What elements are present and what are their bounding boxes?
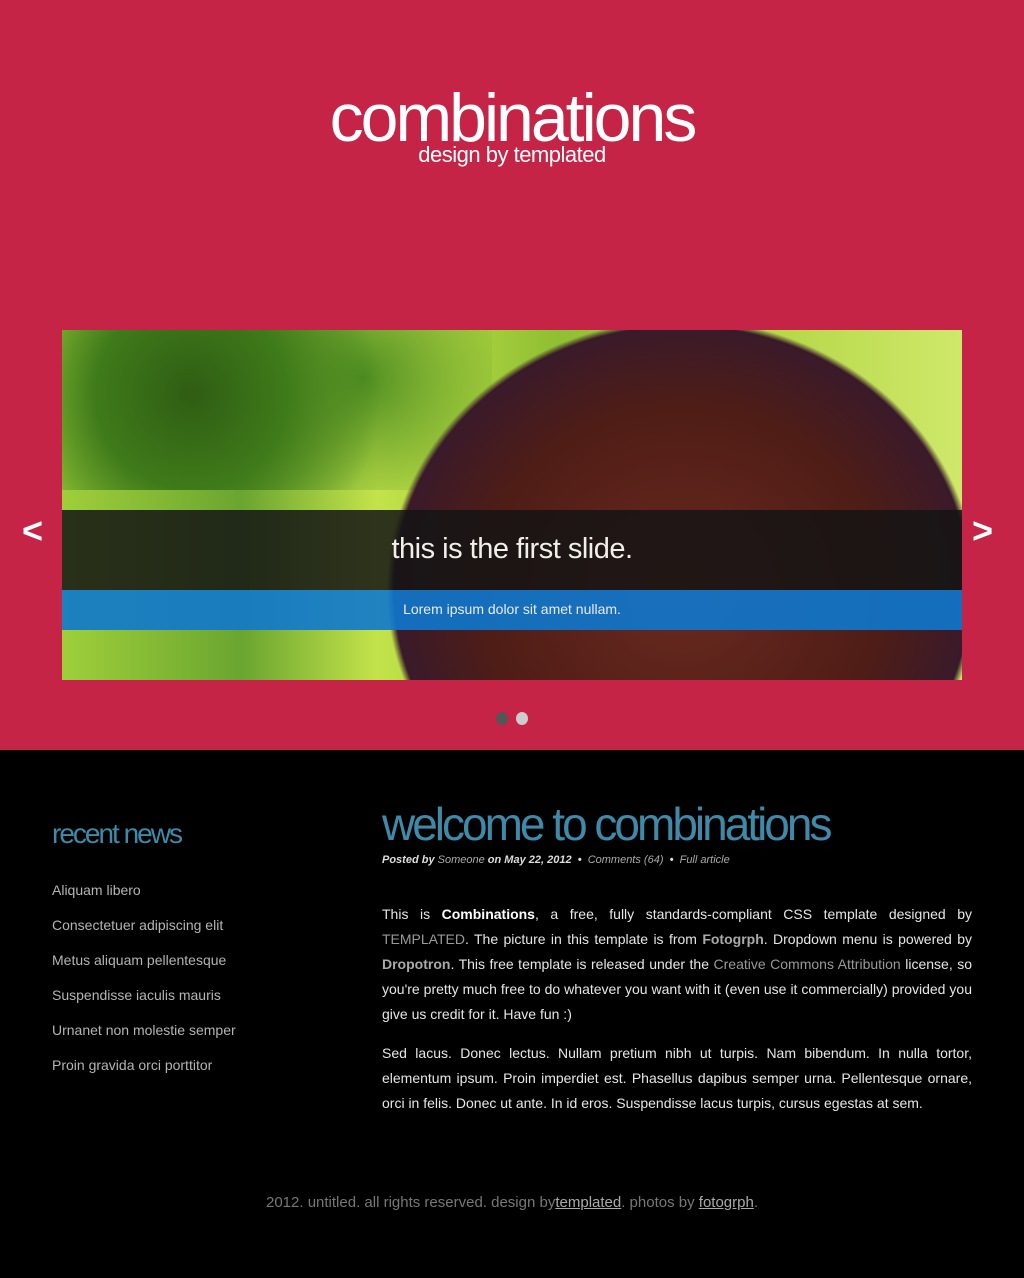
news-link[interactable]: Urnanet non molestie semper	[52, 1022, 236, 1057]
comments-link[interactable]: Comments (64)	[588, 854, 664, 866]
footer-fotogrph-link[interactable]: fotogrph	[699, 1194, 754, 1211]
license-link[interactable]: Creative Commons Attribution	[714, 956, 901, 972]
logo: combinations design by templated	[0, 80, 1024, 168]
news-link[interactable]: Metus aliquam pellentesque	[52, 952, 236, 987]
footer-text: .	[753, 1194, 758, 1211]
sidebar: recent news Aliquam libero Consectetuer …	[52, 818, 236, 1092]
post-date: on May 22, 2012	[487, 854, 572, 866]
post-title: welcome to combinations	[382, 798, 832, 850]
slider: this is the first slide. Lorem ipsum dol…	[62, 330, 962, 680]
post-meta: Posted by Someone on May 22, 2012 • Comm…	[382, 854, 972, 866]
slider-dot-2[interactable]	[516, 712, 528, 725]
text: . This free template is released under t…	[450, 956, 714, 972]
header: combinations design by templated < this …	[0, 0, 1024, 750]
separator: •	[577, 854, 582, 866]
slider-next-button[interactable]: >	[972, 510, 993, 552]
news-link[interactable]: Suspendisse iaculis mauris	[52, 987, 236, 1022]
footer-text: 2012. untitled. all rights reserved. des…	[266, 1194, 556, 1211]
post-paragraph-1: This is Combinations, a free, fully stan…	[382, 902, 972, 1027]
slide-caption: this is the first slide.	[62, 510, 962, 590]
footer: 2012. untitled. all rights reserved. des…	[0, 1194, 1024, 1211]
slider-prev-button[interactable]: <	[22, 510, 43, 552]
footer-templated-link[interactable]: templated	[555, 1194, 621, 1211]
news-link[interactable]: Aliquam libero	[52, 882, 236, 917]
text: . The picture in this template is from	[464, 931, 703, 947]
templated-link[interactable]: TEMPLATED	[382, 931, 465, 947]
site-tagline: design by templated	[418, 142, 606, 167]
news-link[interactable]: Proin gravida orci porttitor	[52, 1057, 236, 1092]
footer-text: . photos by	[621, 1194, 699, 1211]
slider-pagination	[496, 712, 528, 725]
slide-subcaption: Lorem ipsum dolor sit amet nullam.	[62, 590, 962, 630]
full-article-link[interactable]: Full article	[680, 854, 730, 866]
fotogrph-link[interactable]: Fotogrph	[702, 931, 763, 947]
dropotron-link[interactable]: Dropotron	[382, 956, 450, 972]
sidebar-heading: recent news	[52, 818, 183, 849]
news-link[interactable]: Consectetuer adipiscing elit	[52, 917, 236, 952]
text-bold: Combinations	[441, 906, 535, 922]
post-paragraph-2: Sed lacus. Donec lectus. Nullam pretium …	[382, 1045, 972, 1111]
post: welcome to combinations Posted by Someon…	[382, 798, 972, 1116]
separator: •	[669, 854, 674, 866]
text: , a free, fully standards-compliant CSS …	[534, 906, 972, 922]
text: This is	[382, 906, 442, 922]
slider-dot-1[interactable]	[496, 712, 508, 725]
author-link[interactable]: Someone	[438, 854, 485, 866]
main: recent news Aliquam libero Consectetuer …	[0, 750, 1024, 1278]
text: . Dropdown menu is powered by	[763, 931, 972, 947]
meta-label: Posted by	[382, 854, 435, 866]
